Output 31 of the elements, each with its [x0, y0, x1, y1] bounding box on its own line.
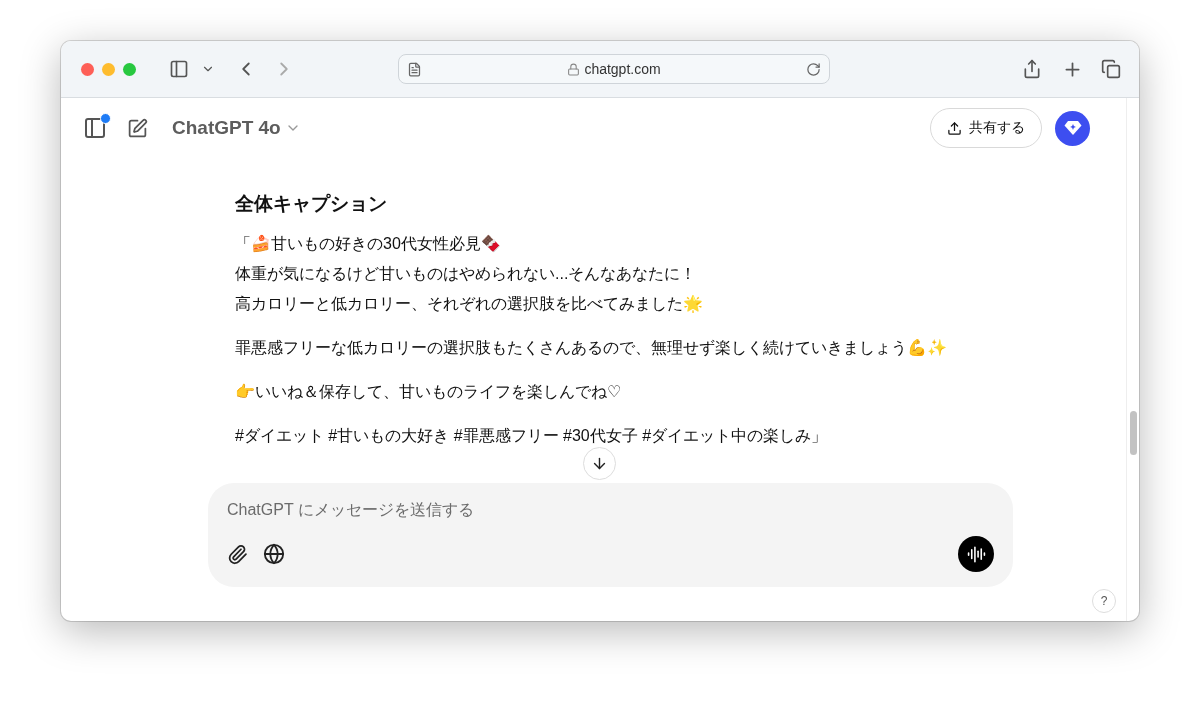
message-text: 体重が気になるけど甘いものはやめられない...そんなあなたに！ — [235, 264, 697, 284]
message-text: #ダイエット #甘いもの大好き #罪悪感フリー #30代女子 #ダイエット中の楽しみ」 — [235, 426, 828, 446]
tabs-icon[interactable] — [1101, 59, 1121, 79]
sidebar-icon[interactable] — [83, 116, 107, 140]
scrollbar-thumb[interactable] — [1129, 411, 1137, 455]
upload-icon — [947, 120, 962, 136]
sidebar-icon[interactable] — [169, 59, 189, 79]
lock-icon — [567, 62, 581, 76]
model-selector[interactable]: ChatGPT 4o — [172, 117, 301, 139]
page-icon[interactable] — [407, 61, 422, 77]
voice-button[interactable] — [958, 536, 994, 572]
sound-wave-icon — [966, 544, 986, 564]
diamond-icon — [1063, 120, 1082, 136]
close-button[interactable] — [81, 62, 94, 76]
message-heading: 全体キャプション — [235, 192, 388, 216]
help-button[interactable]: ? — [1092, 589, 1116, 613]
message-text: 「🍰甘いもの好きの30代女性必見🍫 — [235, 234, 501, 254]
url-text: chatgpt.com — [584, 61, 661, 77]
share-icon[interactable] — [1022, 59, 1042, 79]
reload-icon[interactable] — [806, 61, 821, 77]
paperclip-icon[interactable] — [227, 543, 248, 565]
scroll-down-button[interactable] — [583, 447, 616, 480]
globe-icon[interactable] — [263, 543, 285, 565]
address-bar[interactable]: chatgpt.com — [398, 54, 830, 84]
new-chat-icon[interactable] — [127, 117, 148, 139]
message-text: 高カロリーと低カロリー、それぞれの選択肢を比べてみました🌟 — [235, 294, 703, 315]
avatar[interactable] — [1055, 110, 1090, 146]
message-text: 罪悪感フリーな低カロリーの選択肢もたくさんあるので、無理せず楽しく続けていきましょう💪✨ — [235, 338, 947, 358]
message-input[interactable]: ChatGPT にメッセージを送信する — [227, 501, 994, 519]
share-button[interactable]: 共有する — [930, 108, 1042, 148]
message-text: 👉いいね＆保存して、甘いものライフを楽しんでね♡ — [235, 382, 622, 402]
